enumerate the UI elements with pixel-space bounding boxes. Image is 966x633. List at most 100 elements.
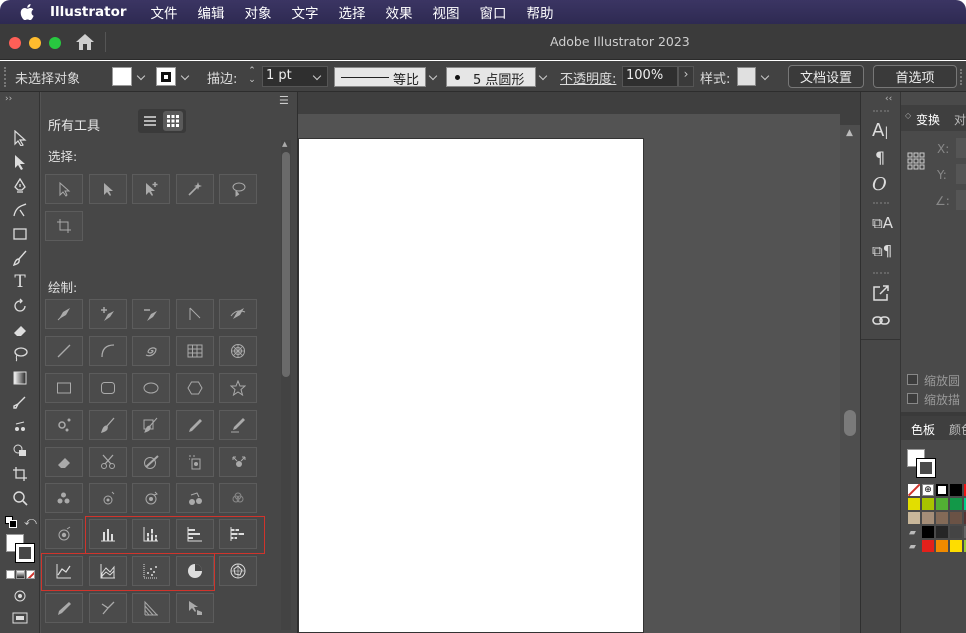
grip-handle[interactable] [873,202,889,204]
grip-handle[interactable] [873,110,889,112]
grip-handle[interactable] [960,69,962,85]
swatch-gray-3[interactable] [950,526,962,538]
chevron-down-icon[interactable] [538,71,548,81]
swatch-light-brown[interactable] [922,512,934,524]
reference-point-icon[interactable] [907,152,925,170]
expand-icon[interactable]: ›› [5,94,12,104]
chevron-down-icon[interactable] [180,71,190,81]
magic-wand-cell[interactable] [176,174,214,204]
shape-builder-tool-icon[interactable] [10,440,30,460]
scroll-up-icon[interactable]: ▲ [282,140,287,148]
panel-scrollbar[interactable]: ▲ [281,140,291,630]
line-segment-cell[interactable] [45,336,83,366]
swatch-brown[interactable] [936,512,948,524]
menu-help[interactable]: 帮助 [527,2,554,22]
zoom-tool-icon[interactable] [10,488,30,508]
x-input[interactable] [956,138,966,158]
default-colors-icon[interactable] [5,516,17,528]
y-input[interactable] [956,164,966,184]
menu-file[interactable]: 文件 [151,2,178,22]
symbol-spinner-cell[interactable] [132,483,170,513]
scroll-up-icon[interactable]: ▲ [846,128,853,138]
symbol-sprayer-cell[interactable] [176,447,214,477]
links-icon[interactable] [872,314,890,328]
zoom-button[interactable] [49,37,61,49]
chevron-down-icon[interactable] [760,71,770,81]
rounded-rectangle-cell[interactable] [89,373,127,403]
scale-corners-checkbox[interactable] [907,374,918,385]
eraser-tool-icon[interactable] [10,320,30,340]
export-icon[interactable] [872,284,890,302]
screen-mode-icon[interactable] [10,608,30,628]
menu-object[interactable]: 对象 [245,2,272,22]
ellipse-cell[interactable] [132,373,170,403]
preferences-button[interactable]: 首选项 [873,65,957,88]
rotate-tool-icon[interactable] [10,296,30,316]
color-mode-icon[interactable] [6,570,15,579]
polar-grid-cell[interactable] [219,336,257,366]
minimize-button[interactable] [29,37,41,49]
pen-tool-icon[interactable] [10,176,30,196]
stepper-icon[interactable]: ⌃ ⌄ [244,67,260,87]
type-tool-icon[interactable]: T [10,272,30,292]
artboard-tool-icon[interactable] [10,464,30,484]
symbol-stainer-cell[interactable] [176,483,214,513]
folder-icon[interactable]: ▰ [909,542,916,552]
delete-anchor-cell[interactable] [132,299,170,329]
direct-selection-cell[interactable] [89,174,127,204]
panel-expand-icon[interactable]: ◇ [905,111,911,120]
opacity-input[interactable]: 100% [622,66,678,87]
stroke-color-box[interactable] [916,458,936,478]
grid-view-icon[interactable] [163,111,183,131]
menu-type[interactable]: 文字 [292,2,319,22]
paintbrush-cell[interactable] [89,410,127,440]
artboard[interactable] [298,138,644,633]
swatch-yellow-green[interactable] [922,498,934,510]
arc-cell[interactable] [89,336,127,366]
list-view-icon[interactable] [141,112,159,130]
tab-align[interactable]: 对 [954,111,966,128]
menu-select[interactable]: 选择 [339,2,366,22]
star-cell[interactable] [219,373,257,403]
swatch-bright-red[interactable] [922,540,934,552]
swap-colors-icon[interactable]: ⤺ [24,514,37,529]
panel-menu-icon[interactable]: ☰ [279,94,289,107]
menu-window[interactable]: 窗口 [480,2,507,22]
character-styles-icon[interactable]: ⧉A [872,214,893,232]
rectangle-tool-icon[interactable] [10,224,30,244]
perspective-selection-cell[interactable] [176,593,214,623]
flare-cell[interactable] [45,410,83,440]
artboard-cell[interactable] [45,211,83,241]
chevron-down-icon[interactable] [136,71,146,81]
polygon-cell[interactable] [176,373,214,403]
chevron-down-icon[interactable] [428,71,438,81]
app-menu[interactable]: Illustrator [50,4,127,20]
add-anchor-cell[interactable] [89,299,127,329]
swatch-gray-2[interactable] [936,526,948,538]
apple-icon[interactable] [18,4,36,20]
paragraph-styles-icon[interactable]: ⧉¶ [872,242,892,260]
selection-tool-cell[interactable] [45,174,83,204]
character-panel-icon[interactable]: A| [872,120,888,141]
chevron-right-icon[interactable]: › [678,66,694,87]
scissors-cell[interactable] [89,447,127,477]
close-button[interactable] [9,37,21,49]
scale-strokes-checkbox[interactable] [907,393,918,404]
radar-graph-cell[interactable] [219,556,257,586]
menu-view[interactable]: 视图 [433,2,460,22]
blob-brush-cell[interactable] [132,410,170,440]
variable-width-profile[interactable]: 等比 [334,67,426,88]
none-mode-icon[interactable] [26,570,35,579]
direct-selection-tool-icon[interactable] [10,152,30,172]
angle-input[interactable] [956,190,966,210]
knife-cell[interactable] [132,447,170,477]
swatch-dark-green[interactable] [950,498,962,510]
paragraph-panel-icon[interactable]: ¶ [875,148,885,167]
swatch-dark-brown[interactable] [950,512,962,524]
tab-swatches[interactable]: 色板 [911,421,935,438]
pen-cell[interactable] [45,299,83,329]
draw-mode-icon[interactable] [10,586,30,606]
lasso-cell[interactable] [219,174,257,204]
swatch-bright-yellow[interactable] [950,540,962,552]
swatch-none[interactable] [908,484,920,496]
